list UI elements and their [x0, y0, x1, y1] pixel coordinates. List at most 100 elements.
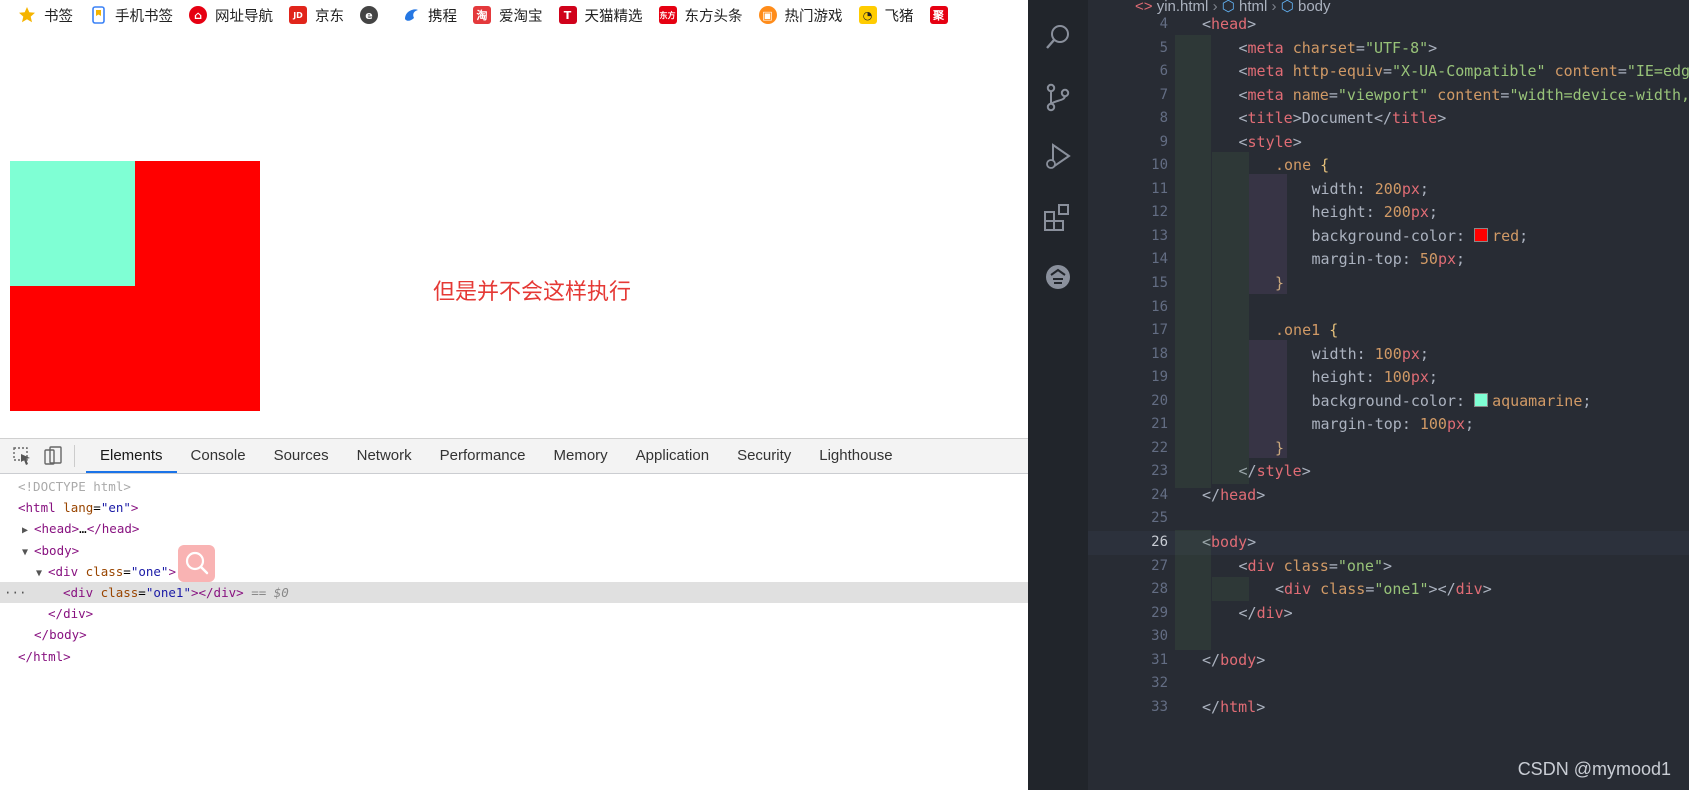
remote-explorer-icon[interactable] — [1043, 262, 1073, 292]
search-overlay-button[interactable] — [178, 545, 215, 582]
bookmark-item[interactable]: 东方 东方头条 — [658, 5, 743, 26]
code-line[interactable]: 4 <head> — [1088, 13, 1689, 37]
bookmark-item[interactable]: 聚 — [929, 6, 956, 24]
bookmark-label: 热门游戏 — [784, 8, 843, 25]
doctype-text: <!DOCTYPE html> — [18, 479, 131, 494]
tab-network[interactable]: Network — [343, 439, 426, 473]
dom-html-close[interactable]: </html> — [0, 646, 1028, 667]
line-number: 22 — [1151, 439, 1168, 456]
indent-guide — [1175, 530, 1211, 650]
div-close-tag: div — [63, 606, 86, 622]
bookmark-item[interactable]: 手机书签 — [89, 5, 173, 26]
color-swatch[interactable] — [1474, 393, 1489, 408]
browser-pane: 书签 手机书签 ⌂ 网址导航 JD 京东 e 携程淘爱淘宝 T 天猫精选 东方 东方头条 ▣ 热门游戏 ◔ 飞… — [0, 0, 1028, 790]
code-line[interactable]: 32 — [1088, 672, 1689, 696]
taobao-icon: 淘 — [473, 6, 491, 24]
dom-html-open[interactable]: <html lang="en"> — [0, 497, 1028, 518]
bookmark-item[interactable]: e — [360, 6, 386, 24]
body-close-tag: body — [49, 627, 80, 643]
bookmark-item[interactable]: ⌂ 网址导航 — [189, 5, 273, 26]
line-number: 27 — [1151, 557, 1168, 574]
div-one-box — [10, 161, 260, 411]
line-number: 20 — [1151, 392, 1168, 409]
dom-div-one1-selected[interactable]: ··· <div class="one1"></div> == $0 — [0, 581, 1028, 604]
line-number: 21 — [1151, 416, 1168, 433]
phone-bookmark-icon — [89, 6, 107, 24]
extensions-icon[interactable] — [1043, 202, 1073, 232]
code-line[interactable]: 25 — [1088, 507, 1689, 531]
bookmark-label: 天猫精选 — [584, 8, 643, 25]
code-text: background-color: aquamarine; — [1311, 391, 1592, 410]
code-text: </style> — [1238, 462, 1311, 481]
bookmark-item[interactable]: ▣ 热门游戏 — [758, 5, 843, 26]
line-number: 17 — [1151, 322, 1168, 339]
collapse-triangle-icon[interactable]: ▼ — [36, 563, 48, 584]
code-text: <head> — [1202, 15, 1257, 33]
bookmark-item[interactable]: 携程 — [402, 5, 457, 26]
inspect-element-icon[interactable] — [12, 446, 34, 466]
bookmark-item[interactable]: ◔ 飞猪 — [858, 5, 914, 26]
code-text: </body> — [1202, 650, 1266, 669]
code-line[interactable]: 31 </body> — [1088, 649, 1689, 673]
code-text: <div class="one1"></div> — [1275, 580, 1492, 599]
bookmark-item[interactable]: 淘爱淘宝 — [473, 5, 543, 26]
dom-body[interactable]: ▼ <body> — [0, 540, 1028, 561]
bookmark-label: 手机书签 — [115, 8, 173, 25]
line-number: 32 — [1151, 675, 1168, 692]
tab-lighthouse[interactable]: Lighthouse — [805, 439, 906, 473]
code-text: </head> — [1202, 485, 1266, 504]
dom-div-one-close[interactable]: </div> — [0, 603, 1028, 624]
line-number: 14 — [1151, 251, 1168, 268]
tab-sources[interactable]: Sources — [260, 439, 343, 473]
dongfang-icon: 东方 — [658, 6, 677, 24]
code-text: <title>Document</title> — [1238, 109, 1447, 128]
code-line[interactable]: 33 </html> — [1088, 696, 1689, 720]
device-toolbar-icon[interactable] — [42, 446, 64, 466]
tab-security[interactable]: Security — [723, 439, 805, 473]
star-icon — [18, 6, 36, 24]
line-number: 8 — [1159, 110, 1168, 127]
search-icon[interactable] — [1043, 22, 1073, 52]
bookmark-label: 携程 — [428, 8, 457, 25]
bookmark-label: 爱淘宝 — [499, 8, 543, 25]
devtools-tab-row: Elements Console Sources Network Performance… — [86, 439, 907, 473]
bookmark-item[interactable]: T 天猫精选 — [558, 5, 643, 26]
line-number: 23 — [1151, 463, 1168, 480]
code-text: </div> — [1238, 603, 1293, 622]
annotation-text: 但是并不会这样执行 — [433, 280, 632, 305]
devtools-panel: Elements Console Sources Network Performance… — [0, 438, 1028, 790]
code-text: <div class="one"> — [1238, 556, 1393, 575]
dom-tree: <!DOCTYPE html> <html lang="en"> ▶ <head>… — [0, 476, 1028, 667]
color-swatch[interactable] — [1474, 228, 1489, 243]
tab-application[interactable]: Application — [622, 439, 723, 473]
row-menu-icon[interactable]: ··· — [4, 582, 27, 603]
tab-elements[interactable]: Elements — [86, 439, 177, 473]
source-control-icon[interactable] — [1043, 82, 1073, 112]
div-one1-box — [10, 161, 135, 286]
magnifier-icon — [185, 551, 209, 575]
tab-memory[interactable]: Memory — [540, 439, 622, 473]
expand-triangle-icon[interactable]: ▶ — [22, 520, 34, 541]
line-number: 4 — [1159, 16, 1168, 32]
breadcrumb: <> yin.html › ⬡ html › ⬡ body — [1135, 0, 1331, 14]
code-text: background-color: red; — [1311, 226, 1529, 245]
tab-performance[interactable]: Performance — [426, 439, 540, 473]
run-debug-icon[interactable] — [1043, 142, 1073, 172]
class-attr: class — [100, 584, 139, 600]
collapse-triangle-icon[interactable]: ▼ — [22, 542, 34, 563]
dom-body-close[interactable]: </body> — [0, 624, 1028, 645]
dom-doctype[interactable]: <!DOCTYPE html> — [0, 476, 1028, 497]
indent-guide — [1249, 174, 1287, 294]
circle-e-icon: e — [360, 6, 378, 24]
dom-div-one[interactable]: ▼ <div class="one"> — [0, 561, 1028, 582]
code-text: <meta http-equiv="X-UA-Compatible" conte… — [1238, 62, 1689, 81]
line-number: 29 — [1151, 604, 1168, 621]
bookmark-item[interactable]: JD 京东 — [289, 5, 344, 26]
devtools-toolbar: Elements Console Sources Network Performance… — [0, 439, 1028, 474]
line-number: 16 — [1151, 298, 1168, 315]
toolbar-divider — [74, 445, 75, 467]
class-one-value: "one" — [130, 563, 169, 579]
tab-console[interactable]: Console — [177, 439, 260, 473]
bookmark-item[interactable]: 书签 — [18, 5, 73, 26]
dom-head[interactable]: ▶ <head>…</head> — [0, 518, 1028, 539]
